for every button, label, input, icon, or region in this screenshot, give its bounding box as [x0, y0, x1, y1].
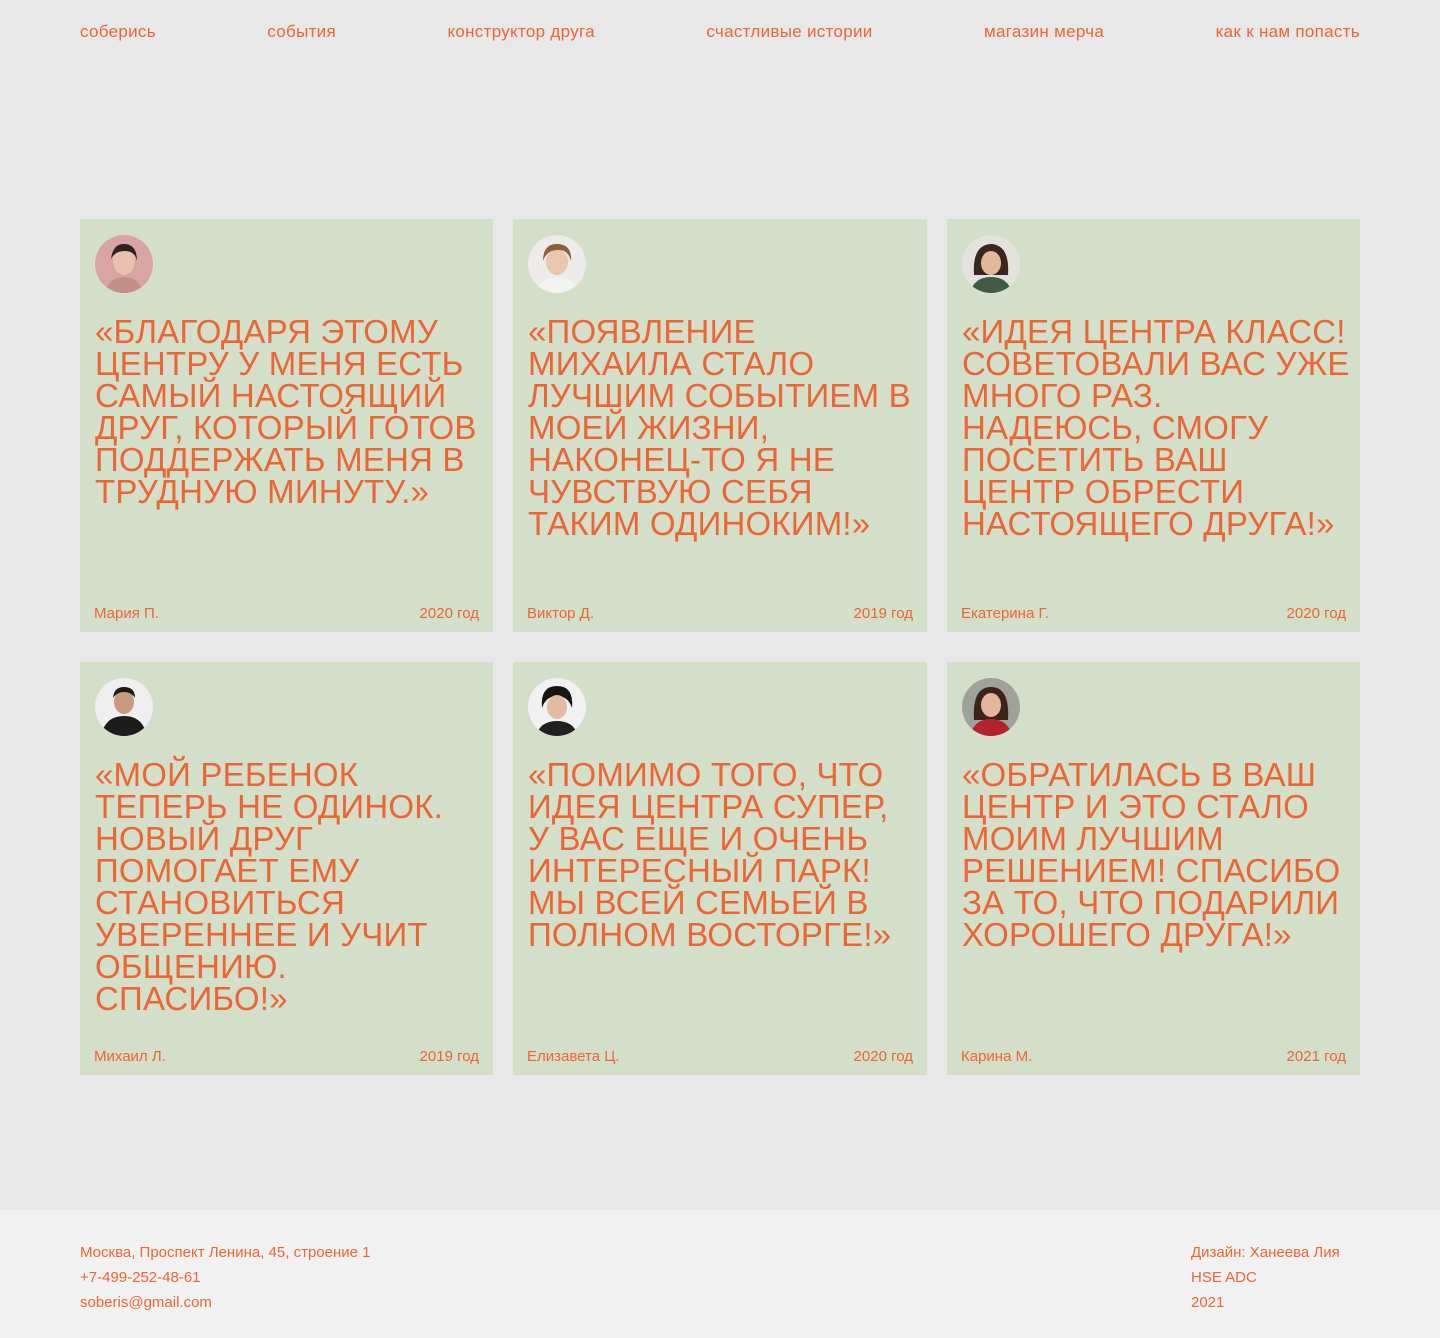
avatar-woman-photo-icon [528, 678, 586, 736]
testimonial-quote: «Помимо того, что идея центра супер, у в… [528, 756, 892, 953]
avatar-man-photo-icon [95, 678, 153, 736]
testimonial-card: «Помимо того, что идея центра супер, у в… [513, 662, 927, 1075]
testimonial-author: Карина М. [961, 1048, 1033, 1065]
avatar [528, 678, 586, 736]
avatar [962, 235, 1020, 293]
nav-item-friend-builder[interactable]: конструктор друга [447, 22, 594, 42]
testimonials-grid: «Благодаря этому центру у меня есть самы… [80, 219, 1360, 1075]
footer-school: HSE ADC [1191, 1269, 1257, 1286]
testimonial-author: Виктор Д. [527, 605, 594, 622]
testimonial-card: «Благодаря этому центру у меня есть самы… [80, 219, 493, 632]
footer-design-credit: Дизайн: Ханеева Лия [1191, 1244, 1340, 1261]
nav-item-soberis[interactable]: соберись [80, 22, 156, 42]
nav-item-events[interactable]: события [267, 22, 336, 42]
testimonial-quote: «Обратилась в ваш центр и это стало моим… [962, 756, 1341, 953]
testimonial-quote: «Благодаря этому центру у меня есть самы… [95, 313, 477, 510]
testimonial-year: 2021 год [1286, 1048, 1346, 1065]
avatar-woman-photo-icon [962, 235, 1020, 293]
testimonial-card: «Появление Михаила стало лучшим событием… [513, 219, 927, 632]
footer-email[interactable]: soberis@gmail.com [80, 1290, 371, 1315]
footer-phone[interactable]: +7-499-252-48-61 [80, 1265, 371, 1290]
testimonial-year: 2019 год [419, 1048, 479, 1065]
testimonial-quote: «Мой ребенок теперь не одинок. Новый дру… [95, 756, 444, 1017]
footer-contacts: Москва, Проспект Ленина, 45, строение 1 … [80, 1240, 371, 1315]
avatar-woman-photo-icon [962, 678, 1020, 736]
testimonial-author: Елизавета Ц. [527, 1048, 620, 1065]
avatar-woman-photo-icon [95, 235, 153, 293]
testimonial-year: 2020 год [853, 1048, 913, 1065]
testimonial-year: 2019 год [853, 605, 913, 622]
avatar [528, 235, 586, 293]
nav-item-merch-shop[interactable]: магазин мерча [984, 22, 1104, 42]
nav-item-happy-stories[interactable]: счастливые истории [706, 22, 872, 42]
avatar [962, 678, 1020, 736]
testimonial-card: «Обратилась в ваш центр и это стало моим… [947, 662, 1360, 1075]
footer-address: Москва, Проспект Ленина, 45, строение 1 [80, 1244, 371, 1261]
testimonial-author: Екатерина Г. [961, 605, 1049, 622]
main-nav: соберись события конструктор друга счаст… [80, 22, 1360, 42]
site-footer: Москва, Проспект Ленина, 45, строение 1 … [0, 1210, 1440, 1338]
testimonial-quote: «Идея центра класс! Советовали вас уже м… [962, 313, 1350, 542]
nav-item-how-to-get[interactable]: как к нам попасть [1216, 22, 1360, 42]
testimonial-author: Михаил Л. [94, 1048, 166, 1065]
avatar [95, 678, 153, 736]
footer-credits: Дизайн: Ханеева Лия HSE ADC 2021 [1191, 1240, 1340, 1315]
testimonial-author: Мария П. [94, 605, 159, 622]
avatar-man-photo-icon [528, 235, 586, 293]
footer-year: 2021 [1191, 1294, 1225, 1311]
testimonial-card: «Мой ребенок теперь не одинок. Новый дру… [80, 662, 493, 1075]
testimonial-year: 2020 год [419, 605, 479, 622]
testimonial-quote: «Появление Михаила стало лучшим событием… [528, 313, 911, 542]
testimonial-card: «Идея центра класс! Советовали вас уже м… [947, 219, 1360, 632]
testimonial-year: 2020 год [1286, 605, 1346, 622]
avatar [95, 235, 153, 293]
